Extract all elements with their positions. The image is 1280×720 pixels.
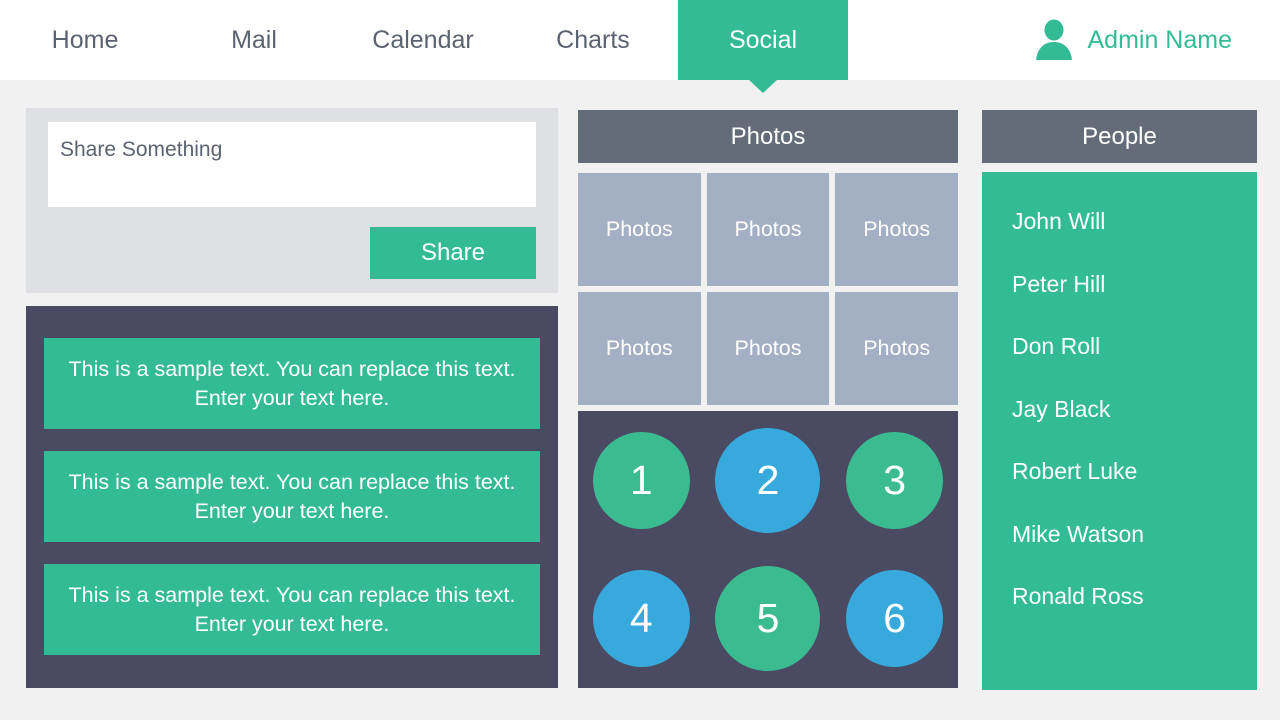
circle-badge[interactable]: 2 [715, 427, 821, 533]
person-list-item[interactable]: Peter Hill [1012, 271, 1257, 334]
nav-item-list: Home Mail Calendar Charts Social [0, 0, 848, 93]
person-list-item[interactable]: Ronald Ross [1012, 583, 1257, 646]
nav-item-calendar[interactable]: Calendar [338, 0, 508, 80]
person-list-item[interactable]: Mike Watson [1012, 521, 1257, 584]
nav-item-mail[interactable]: Mail [170, 0, 338, 80]
share-card: Share [26, 108, 558, 293]
nav-item-label: Mail [231, 25, 277, 54]
photos-grid: Photos Photos Photos Photos Photos Photo… [578, 173, 958, 405]
circle-badge[interactable]: 4 [592, 570, 690, 668]
posts-panel: This is a sample text. You can replace t… [26, 306, 558, 688]
nav-item-label: Social [728, 25, 798, 54]
photo-tile[interactable]: Photos [706, 173, 830, 286]
circle-badge[interactable]: 1 [592, 431, 690, 529]
person-list-item[interactable]: Robert Luke [1012, 458, 1257, 521]
post-item[interactable]: This is a sample text. You can replace t… [44, 451, 540, 542]
nav-item-charts[interactable]: Charts [508, 0, 678, 80]
nav-item-social[interactable]: Social [678, 0, 848, 93]
user-avatar-icon [1035, 19, 1072, 60]
person-list-item[interactable]: John Will [1012, 208, 1257, 271]
active-tab-pointer-icon [749, 80, 777, 93]
photo-tile[interactable]: Photos [835, 292, 958, 405]
circle-badge[interactable]: 6 [846, 570, 944, 668]
people-section-header: People [982, 110, 1257, 163]
nav-item-label: Charts [556, 25, 630, 54]
circle-badge[interactable]: 3 [846, 431, 944, 529]
user-account-area[interactable]: Admin Name [1034, 0, 1233, 80]
photo-tile[interactable]: Photos [578, 173, 701, 286]
circle-badge[interactable]: 5 [715, 566, 821, 672]
numbered-circles-panel: 1 2 3 4 5 6 [578, 411, 958, 688]
person-list-item[interactable]: Jay Black [1012, 396, 1257, 459]
person-list-item[interactable]: Don Roll [1012, 333, 1257, 396]
photo-tile[interactable]: Photos [706, 292, 830, 405]
nav-item-label: Calendar [372, 25, 474, 54]
post-item[interactable]: This is a sample text. You can replace t… [44, 338, 540, 429]
photo-tile[interactable]: Photos [578, 292, 701, 405]
people-list: John Will Peter Hill Don Roll Jay Black … [982, 172, 1257, 690]
photos-section-title: Photos [730, 122, 806, 150]
nav-item-label: Home [51, 25, 119, 54]
photos-section-header: Photos [578, 110, 958, 163]
photo-tile[interactable]: Photos [835, 173, 958, 286]
people-section-title: People [1082, 122, 1157, 150]
post-item[interactable]: This is a sample text. You can replace t… [44, 564, 540, 655]
share-button[interactable]: Share [370, 227, 536, 279]
nav-item-home[interactable]: Home [0, 0, 170, 80]
top-navigation-bar: Home Mail Calendar Charts Social Admin N… [0, 0, 1280, 93]
share-input[interactable] [48, 122, 536, 207]
user-name-label: Admin Name [1087, 25, 1233, 54]
